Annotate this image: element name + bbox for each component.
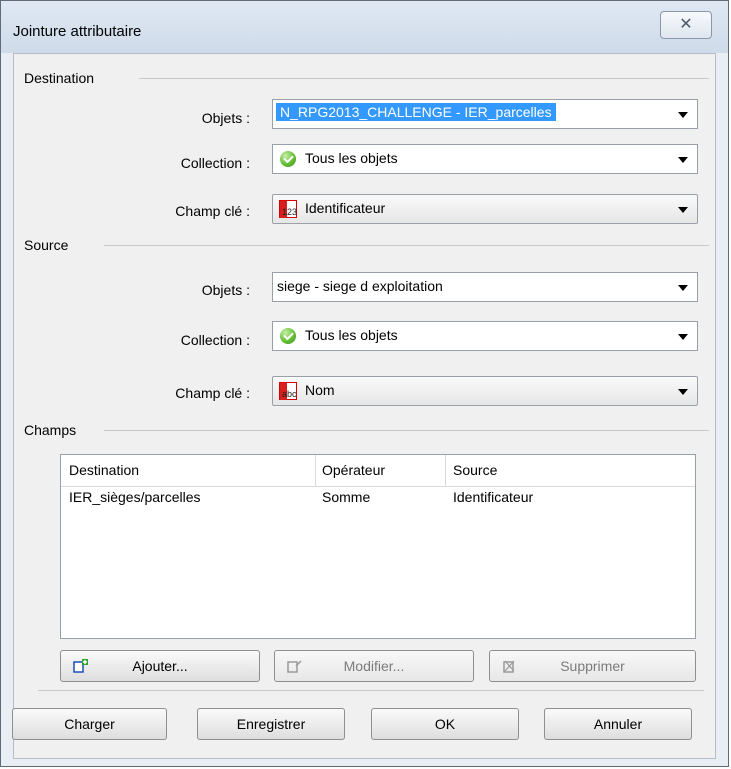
chevron-down-icon	[678, 207, 688, 213]
destination-section-label: Destination	[24, 70, 101, 86]
destination-key-field-select[interactable]: 123 Identificateur	[272, 194, 698, 224]
source-objects-value: siege - siege d exploitation	[277, 278, 443, 294]
row-destination: IER_sièges/parcelles	[69, 489, 201, 505]
destination-objets-label: Objets :	[201, 110, 250, 126]
destination-key-field-label: Champ clé :	[175, 203, 250, 219]
column-destination: Destination	[69, 462, 140, 478]
delete-button[interactable]: Supprimer	[489, 650, 696, 682]
chevron-down-icon	[678, 334, 688, 340]
row-source: Identificateur	[453, 489, 534, 505]
destination-collection-label: Collection :	[180, 155, 250, 171]
chevron-down-icon	[678, 389, 688, 395]
list-header: Destination Opérateur Source	[61, 455, 695, 487]
source-collection-label: Collection :	[180, 332, 250, 348]
source-objets-label: Objets :	[201, 282, 250, 298]
dialog-body: Destination Objets : N_RPG2013_CHALLENGE…	[12, 53, 716, 759]
source-key-field-value: Nom	[305, 382, 335, 398]
load-button[interactable]: Charger	[12, 708, 167, 740]
destination-collection-value: Tous les objets	[305, 150, 398, 166]
destination-key-field-value: Identificateur	[305, 200, 386, 216]
fields-section-label: Champs	[24, 422, 83, 438]
ok-button[interactable]: OK	[371, 708, 519, 740]
edit-button[interactable]: Modifier...	[274, 650, 474, 682]
add-button-label: Ajouter...	[132, 658, 188, 674]
field-mapping-list[interactable]: Destination Opérateur Source IER_sièges/…	[60, 454, 696, 639]
row-operator: Somme	[322, 489, 371, 505]
save-button[interactable]: Enregistrer	[197, 708, 345, 740]
text-field-icon: abc	[279, 382, 297, 400]
edit-button-label: Modifier...	[343, 658, 405, 674]
destination-collection-select[interactable]: Tous les objets	[272, 144, 698, 174]
table-row[interactable]: IER_sièges/parcelles Somme Identificateu…	[61, 489, 695, 513]
source-section-label: Source	[24, 237, 75, 253]
title-bar: Jointure attributaire ✕	[1, 1, 728, 53]
column-separator	[445, 455, 446, 486]
column-source: Source	[453, 462, 498, 478]
source-collection-value: Tous les objets	[305, 327, 398, 343]
add-button[interactable]: Ajouter...	[60, 650, 260, 682]
cancel-button-label: Annuler	[593, 716, 643, 732]
destination-objects-select[interactable]: N_RPG2013_CHALLENGE - IER_parcelles	[272, 99, 698, 129]
number-field-icon: 123	[279, 200, 297, 218]
save-button-label: Enregistrer	[236, 716, 306, 732]
cancel-button[interactable]: Annuler	[544, 708, 692, 740]
dialog-title: Jointure attributaire	[13, 23, 142, 40]
check-icon	[280, 328, 296, 344]
chevron-down-icon	[678, 157, 688, 163]
close-icon[interactable]: ✕	[660, 11, 712, 39]
source-divider	[104, 245, 709, 246]
load-button-label: Charger	[64, 716, 115, 732]
column-separator	[315, 455, 316, 486]
footer-divider	[38, 690, 704, 691]
fields-divider	[104, 430, 709, 431]
source-key-field-select[interactable]: abc Nom	[272, 376, 698, 406]
chevron-down-icon	[678, 112, 688, 118]
destination-divider	[139, 78, 709, 79]
source-objects-select[interactable]: siege - siege d exploitation	[272, 272, 698, 302]
source-collection-select[interactable]: Tous les objets	[272, 321, 698, 351]
join-dialog: Jointure attributaire ✕ Destination Obje…	[0, 0, 729, 767]
column-operator: Opérateur	[322, 462, 386, 478]
delete-button-label: Supprimer	[560, 658, 625, 674]
source-key-field-label: Champ clé :	[175, 385, 250, 401]
check-icon	[280, 151, 296, 167]
ok-button-label: OK	[434, 716, 456, 732]
destination-objects-value: N_RPG2013_CHALLENGE - IER_parcelles	[276, 103, 556, 121]
chevron-down-icon	[678, 285, 688, 291]
